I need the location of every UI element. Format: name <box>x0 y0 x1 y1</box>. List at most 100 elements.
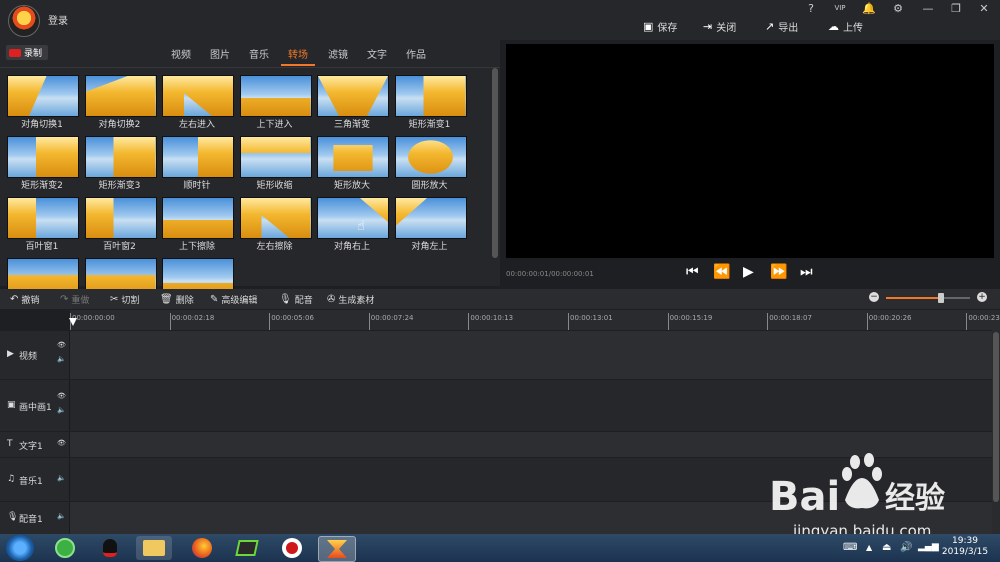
minimize-icon[interactable]: — <box>920 2 936 15</box>
bell-icon[interactable]: 🔔 <box>861 2 877 15</box>
redo-button[interactable]: ↷ 重做 <box>60 293 89 306</box>
text-track-icon: T <box>7 439 13 449</box>
ruler-tick-label: 00:00:05:06 <box>271 314 314 322</box>
usb-icon[interactable]: ⏏ <box>882 542 891 553</box>
volume-icon[interactable]: 🔊 <box>900 542 912 553</box>
taskbar-app-video-editor[interactable] <box>318 536 356 562</box>
transition-label: 矩形渐变1 <box>408 120 451 130</box>
record-app-icon <box>282 538 302 558</box>
pencil-icon: ✎ <box>210 294 219 305</box>
play-button[interactable]: ▶ <box>743 264 754 280</box>
penguin-icon <box>103 539 117 557</box>
keyboard-icon[interactable]: ⌨ <box>843 542 857 553</box>
active-tab-indicator <box>281 64 315 66</box>
mute-speaker-icon[interactable]: 🔈 <box>57 406 66 414</box>
pip-track-icon: ▣ <box>7 400 16 410</box>
taskbar-app-recorder[interactable] <box>274 536 310 560</box>
close-window-icon[interactable]: ✕ <box>976 2 992 15</box>
tab-music[interactable]: 音乐 <box>249 46 269 61</box>
record-button[interactable]: 录制 <box>6 45 48 60</box>
maximize-icon[interactable]: ❐ <box>948 2 964 15</box>
previous-frame-button[interactable]: ⏪ <box>713 264 730 280</box>
transition-thumbnail[interactable] <box>162 75 234 117</box>
upload-button[interactable]: ☁ 上传 <box>828 19 863 34</box>
transition-label: 圆形放大 <box>411 181 448 191</box>
transition-thumbnail[interactable] <box>7 75 79 117</box>
skip-to-end-button[interactable]: ⏭ <box>800 264 813 280</box>
login-link[interactable]: 登录 <box>48 12 68 27</box>
zoom-out-icon[interactable]: − <box>869 292 879 302</box>
library-scrollbar[interactable] <box>492 68 498 258</box>
zoom-slider-handle[interactable] <box>938 293 944 303</box>
tab-works[interactable]: 作品 <box>406 46 426 61</box>
transition-thumbnail[interactable] <box>317 136 389 178</box>
next-frame-button[interactable]: ⏩ <box>770 264 787 280</box>
generate-clip-button[interactable]: ✇ 生成素材 <box>327 293 374 306</box>
transition-thumbnail[interactable] <box>394 136 467 178</box>
delete-button[interactable]: 🗑 删除 <box>160 293 194 306</box>
transition-thumbnail[interactable] <box>84 197 157 239</box>
film-reel-icon: ✇ <box>327 294 336 305</box>
transition-thumbnail[interactable] <box>239 75 312 117</box>
transition-thumbnail[interactable] <box>7 197 79 239</box>
gear-icon[interactable]: ⚙ <box>890 2 906 15</box>
firefox-icon <box>192 538 212 558</box>
taskbar-app-qq[interactable] <box>92 536 128 560</box>
transition-thumbnail[interactable] <box>239 136 312 178</box>
user-avatar[interactable] <box>8 5 40 37</box>
mute-speaker-icon[interactable]: 🔈 <box>57 474 66 482</box>
tab-text[interactable]: 文字 <box>367 46 387 61</box>
timeline-track-lane[interactable] <box>0 331 992 379</box>
transition-thumbnail[interactable] <box>162 136 234 178</box>
cut-button[interactable]: ✂ 切割 <box>110 293 139 306</box>
transition-thumbnail[interactable] <box>84 75 157 117</box>
undo-button[interactable]: ↶ 撤销 <box>10 293 39 306</box>
zoom-in-icon[interactable]: + <box>977 292 987 302</box>
transition-thumbnail[interactable] <box>7 136 79 178</box>
skip-to-start-button[interactable]: ⏮ <box>686 264 699 280</box>
taskbar-app-firefox[interactable] <box>184 536 220 560</box>
transition-thumbnail[interactable] <box>84 136 157 178</box>
timeline-track-lane[interactable] <box>0 380 992 431</box>
transition-thumbnail[interactable] <box>317 197 389 239</box>
mute-speaker-icon[interactable]: 🔈 <box>57 355 66 363</box>
help-icon[interactable]: ? <box>803 2 819 15</box>
vip-icon[interactable]: VIP <box>832 4 848 12</box>
mute-speaker-icon[interactable]: 🔈 <box>57 512 66 520</box>
taskbar-app-media[interactable] <box>229 536 265 560</box>
save-button[interactable]: ▣ 保存 <box>643 19 677 34</box>
taskbar-app-explorer[interactable] <box>136 536 172 560</box>
export-button[interactable]: ↗ 导出 <box>765 19 798 34</box>
voiceover-button[interactable]: 🎙 配音 <box>279 293 313 306</box>
tab-filter[interactable]: 滤镜 <box>328 46 348 61</box>
start-button[interactable] <box>6 535 34 561</box>
tab-transition[interactable]: 转场 <box>288 46 308 61</box>
visibility-eye-icon[interactable]: 👁 <box>57 341 66 349</box>
advanced-edit-button[interactable]: ✎ 高级编辑 <box>210 293 257 306</box>
ruler-tick-mark <box>767 313 769 330</box>
transition-thumbnail[interactable] <box>394 197 467 239</box>
track-name: 视频 <box>19 352 38 362</box>
timeline-scroll-thumb[interactable] <box>993 332 999 502</box>
transition-thumbnail[interactable] <box>317 75 389 117</box>
folder-icon <box>143 540 165 556</box>
transition-label: 对角切换1 <box>21 120 63 130</box>
tab-video[interactable]: 视频 <box>171 46 191 61</box>
show-hidden-icons[interactable]: ▲ <box>866 543 872 552</box>
visibility-eye-icon[interactable]: 👁 <box>57 392 66 400</box>
transition-label: 百叶窗1 <box>25 242 59 252</box>
transition-thumbnail[interactable] <box>239 197 312 239</box>
undo-icon: ↶ <box>10 294 19 305</box>
network-icon[interactable]: ▂▄▆ <box>918 542 939 552</box>
taskbar-app-360[interactable] <box>47 536 83 560</box>
playhead-marker[interactable] <box>69 318 77 326</box>
redo-icon: ↷ <box>60 294 69 305</box>
visibility-eye-icon[interactable]: 👁 <box>57 439 66 447</box>
close-project-button[interactable]: ⇥ 关闭 <box>703 19 736 34</box>
transition-thumbnail[interactable] <box>162 197 234 239</box>
transition-thumbnail[interactable] <box>394 75 467 117</box>
edit-toolbar <box>0 289 1000 309</box>
video-preview[interactable] <box>506 44 994 258</box>
tab-image[interactable]: 图片 <box>210 46 230 61</box>
taskbar-clock[interactable]: 19:39 2019/3/15 <box>940 536 990 558</box>
